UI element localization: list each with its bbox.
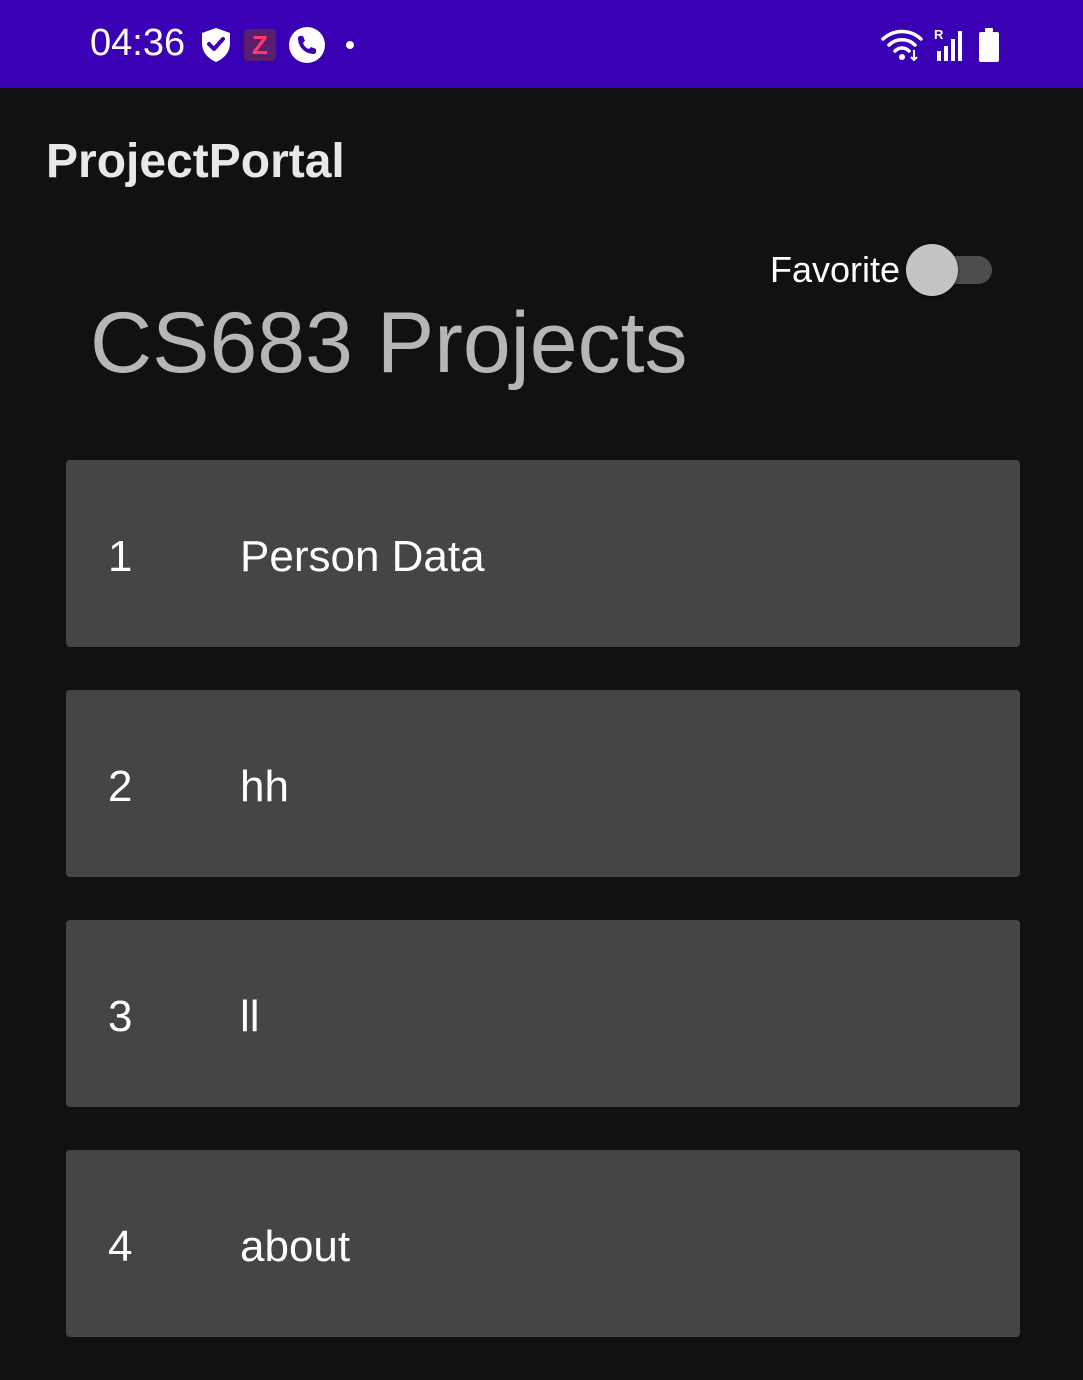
shield-check-icon [200,27,232,63]
project-name: Person Data [240,532,485,581]
wifi-icon [881,28,923,62]
page-title: CS683 Projects [90,295,688,391]
signal-roaming-icon: R [933,27,967,63]
project-card[interactable]: 2 hh [66,690,1020,877]
app-title: ProjectPortal [46,135,345,188]
notification-dot-icon [346,41,354,49]
project-id: 1 [108,532,133,581]
battery-icon [977,27,1001,63]
project-card[interactable]: 1 Person Data [66,460,1020,647]
project-id: 2 [108,762,133,811]
favorite-toggle-row: Favorite [770,244,993,296]
favorite-switch[interactable] [906,244,993,296]
status-left-icons: Z [200,24,354,66]
favorite-switch-thumb[interactable] [906,244,959,296]
phone-call-icon [288,26,326,64]
project-name: about [240,1222,351,1271]
status-bar: 04:36 Z R [0,0,1083,88]
project-card[interactable]: 4 about [66,1150,1020,1337]
project-card[interactable]: 3 ll [66,920,1020,1107]
project-name: ll [240,992,260,1041]
roaming-label: R [934,27,944,42]
project-name: hh [240,762,289,811]
status-right-icons: R [881,24,1001,66]
status-time: 04:36 [90,22,186,64]
project-list: 1 Person Data 2 hh 3 ll 4 about [66,460,1020,1380]
project-id: 4 [108,1222,133,1271]
project-id: 3 [108,992,133,1041]
favorite-label: Favorite [770,249,901,290]
z-app-icon: Z [244,29,276,61]
